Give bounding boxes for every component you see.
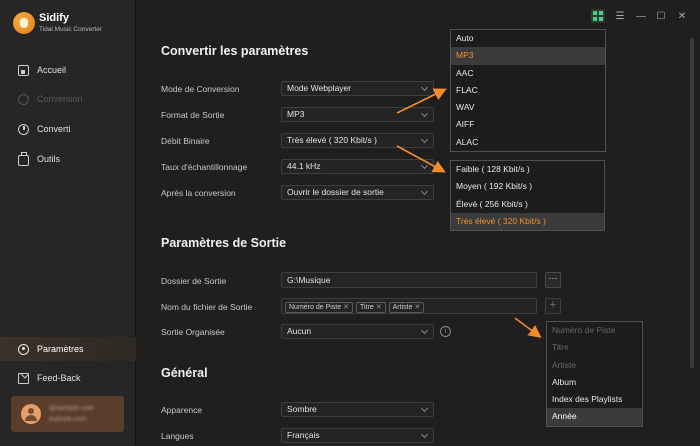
arrow-to-bitrate-dropdown — [396, 145, 446, 173]
arrow-to-format-dropdown — [396, 88, 447, 114]
arrow-to-organized-dropdown — [514, 317, 542, 338]
annotation-arrows — [396, 88, 542, 338]
app-window: Sidify Tidal Music Converter Accueil Con… — [0, 0, 700, 446]
